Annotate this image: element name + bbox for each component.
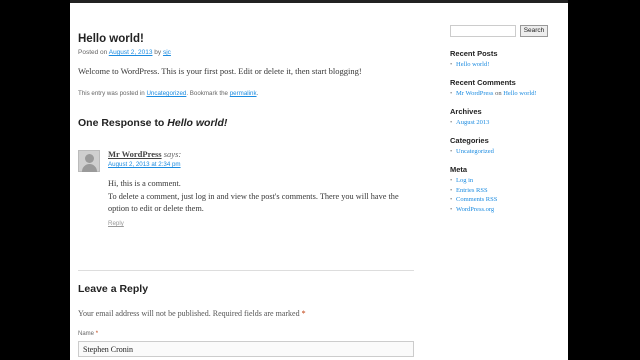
name-label-text: Name <box>78 331 95 337</box>
comment-notes-text: Your email address will not be published… <box>78 309 300 318</box>
reply-link[interactable]: Reply <box>108 220 124 227</box>
footer-prefix: This entry was posted in <box>78 90 145 97</box>
name-field[interactable]: Stephen Cronin <box>78 341 414 357</box>
comment-line-1: Hi, this is a comment. <box>108 179 181 188</box>
post-footer: This entry was posted in Uncategorized. … <box>78 90 418 97</box>
post-content: Welcome to WordPress. This is your first… <box>78 66 362 76</box>
archives-title: Archives <box>450 107 482 116</box>
comment-author: Mr WordPress says: <box>108 149 181 159</box>
widget-recent-posts: Recent Posts Hello world! <box>450 49 498 70</box>
comment-date-link[interactable]: August 2, 2013 at 2:34 pm <box>108 161 181 168</box>
comment-text: Hi, this is a comment. To delete a comme… <box>108 178 408 216</box>
meta-title: Meta <box>450 165 468 174</box>
post-title[interactable]: Hello world! <box>78 33 418 45</box>
widget-archives: Archives August 2013 <box>450 107 489 128</box>
posted-on-label: Posted on <box>78 49 108 56</box>
post-meta: Posted on August 2, 2013 by sjc <box>78 49 418 56</box>
name-required-mark: * <box>95 331 99 337</box>
permalink-link[interactable]: permalink <box>230 90 257 97</box>
comment-author-link[interactable]: Mr WordPress <box>108 149 162 159</box>
footer-mid: . Bookmark the <box>186 90 228 97</box>
category-link[interactable]: Uncategorized <box>146 90 186 97</box>
recent-comment-item: Mr WordPress on Hello world! <box>450 89 537 99</box>
reply-link-wrapper: Reply <box>108 220 124 227</box>
meta-comments-rss[interactable]: Comments RSS <box>450 195 497 205</box>
widget-meta: Meta Log in Entries RSS Comments RSS Wor… <box>450 165 497 214</box>
comment-notes: Your email address will not be published… <box>78 309 306 318</box>
search-input[interactable] <box>450 25 516 37</box>
widget-categories: Categories Uncategorized <box>450 136 494 157</box>
recent-comment-post[interactable]: Hello world! <box>503 90 536 97</box>
recent-posts-title: Recent Posts <box>450 49 498 58</box>
name-label: Name * <box>78 331 98 337</box>
page: Hello world! Posted on August 2, 2013 by… <box>70 0 568 360</box>
archive-item[interactable]: August 2013 <box>450 118 489 128</box>
comments-title: One Response to Hello world! <box>78 117 418 129</box>
comment-says: says: <box>163 149 182 159</box>
comments-title-prefix: One Response to <box>78 117 165 129</box>
widget-recent-comments: Recent Comments Mr WordPress on Hello wo… <box>450 78 537 99</box>
meta-wordpress-org[interactable]: WordPress.org <box>450 205 497 215</box>
by-label: by <box>154 49 162 56</box>
meta-entries-rss[interactable]: Entries RSS <box>450 186 497 196</box>
post-date-link[interactable]: August 2, 2013 <box>109 49 153 56</box>
category-item[interactable]: Uncategorized <box>450 147 494 157</box>
recent-comment-on: on <box>495 90 502 97</box>
reply-title: Leave a Reply <box>78 283 149 295</box>
recent-post-item[interactable]: Hello world! <box>450 60 498 70</box>
avatar <box>78 150 100 172</box>
footer-end: . <box>256 90 259 97</box>
search-button[interactable]: Search <box>520 25 548 37</box>
post-author-link[interactable]: sjc <box>163 49 171 56</box>
meta-log-in[interactable]: Log in <box>450 176 497 186</box>
comment: Mr WordPress says: August 2, 2013 at 2:3… <box>78 146 414 246</box>
recent-comment-author[interactable]: Mr WordPress <box>456 90 493 97</box>
divider <box>78 270 414 271</box>
comment-line-2: To delete a comment, just log in and vie… <box>108 191 399 214</box>
categories-title: Categories <box>450 136 489 145</box>
comments-title-post: Hello world! <box>167 117 228 129</box>
main-content: Hello world! Posted on August 2, 2013 by… <box>78 33 418 129</box>
required-mark: * <box>301 309 306 318</box>
recent-comments-title: Recent Comments <box>450 78 516 87</box>
